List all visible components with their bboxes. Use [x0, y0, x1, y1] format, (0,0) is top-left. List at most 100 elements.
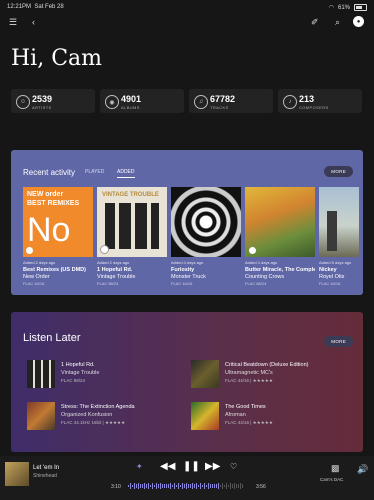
waveform-bar [188, 483, 189, 489]
album-cover [319, 187, 359, 257]
waveform-bar [216, 483, 217, 489]
album-cover [245, 187, 315, 257]
list-item[interactable]: Stress: The Extinction Agenda Organized … [27, 402, 187, 432]
stat-value: 2539 [32, 94, 53, 104]
album-tile[interactable]: Added 4 days ago Butter Miracle, The Com… [245, 187, 315, 286]
tab-added[interactable]: ADDED [117, 169, 135, 178]
stat-tracks[interactable]: ♫ 67782 TRACKS [189, 89, 273, 113]
waveform-bar [138, 483, 139, 489]
zone-icon[interactable]: ▩ [331, 463, 340, 474]
album-artist[interactable]: Royel Otis [319, 274, 359, 280]
item-title: Critical Beatdown (Deluxe Edition) [225, 362, 309, 368]
band-photo [105, 203, 159, 249]
status-bar: 12:21PM Sat Feb 28 ◠ 61% [0, 0, 374, 14]
back-arrow-icon[interactable]: ‹ [32, 17, 35, 27]
hamburger-menu-icon[interactable]: ☰ [9, 17, 17, 28]
waveform-bar [166, 483, 167, 489]
album-artist[interactable]: Vintage Trouble [97, 274, 167, 280]
next-icon[interactable]: ▶▶ [205, 461, 220, 472]
volume-icon[interactable]: 🔊 [357, 464, 368, 475]
roon-badge-icon [100, 245, 109, 254]
album-format: FLAC 44/16 [171, 281, 193, 286]
listen-later-more-button[interactable]: MORE [324, 336, 353, 347]
radio-icon[interactable]: ✦ [136, 462, 143, 471]
album-cover [171, 187, 241, 257]
recent-activity-panel: Recent activity PLAYED ADDED MORE NEW or… [11, 150, 363, 295]
list-item[interactable]: The Good Times Afroman FLAC 44/16 | ★★★★… [191, 402, 351, 432]
waveform-bar [144, 483, 145, 489]
added-date: Added 4 days ago [171, 260, 204, 265]
album-tile[interactable]: VINTAGE TROUBLE Added 2 days ago 1 Hopef… [97, 187, 167, 286]
waveform-bar [152, 483, 153, 489]
album-artist[interactable]: Counting Crows [245, 274, 315, 280]
zone-name[interactable]: Cam's DAC [320, 477, 343, 482]
album-title[interactable]: 1 Hopeful Rd. [97, 267, 167, 273]
item-format: FLAC 44.1kHz 16bit | ★★★★★ [61, 420, 126, 425]
item-title: 1 Hopeful Rd. [61, 362, 95, 368]
stat-albums[interactable]: ◉ 4901 ALBUMS [100, 89, 184, 113]
waveform-bar [226, 483, 227, 489]
stat-value: 4901 [121, 94, 142, 104]
cover-text: No [27, 211, 71, 249]
item-artist: Afroman [225, 412, 246, 418]
stat-label: ARTISTS [32, 105, 52, 110]
avatar[interactable]: ● [353, 16, 364, 27]
stat-label: COMPOSERS [299, 105, 329, 110]
waveform-bar [212, 483, 213, 489]
list-item[interactable]: 1 Hopeful Rd. Vintage Trouble FLAC 88/24 [27, 360, 187, 390]
elapsed-time: 3:10 [111, 484, 121, 490]
waveform-bar [136, 484, 137, 488]
album-title[interactable]: Butter Miracle, The Complete [245, 267, 315, 273]
album-title[interactable]: Nickey [319, 267, 359, 273]
album-artist[interactable]: Monster Truck [171, 274, 241, 280]
recent-more-button[interactable]: MORE [324, 166, 353, 177]
bookmark-icon[interactable]: ✐ [311, 17, 319, 28]
listen-later-title: Listen Later [23, 332, 81, 344]
now-playing-cover[interactable] [5, 462, 29, 486]
album-format: FLAC 88/24 [245, 281, 267, 286]
heart-icon[interactable]: ♡ [230, 462, 237, 471]
waveform-bar [174, 483, 175, 489]
album-thumb [191, 360, 219, 388]
waveform-bar [180, 484, 181, 488]
stat-artists[interactable]: ☺ 2539 ARTISTS [11, 89, 95, 113]
now-playing-artist[interactable]: Shinehead [33, 473, 57, 479]
waveform-bar [158, 484, 159, 488]
album-tile[interactable]: NEW order BEST REMIXES No Added 2 days a… [23, 187, 93, 286]
waveform-bar [182, 483, 183, 489]
music-note-icon: ♫ [194, 95, 208, 109]
progress-waveform[interactable] [128, 483, 244, 489]
added-date: Added 4 days ago [245, 260, 278, 265]
waveform-bar [148, 483, 149, 489]
waveform-bar [202, 485, 203, 487]
list-item[interactable]: Critical Beatdown (Deluxe Edition) Ultra… [191, 360, 351, 390]
album-tile[interactable]: Added 5 days ago Nickey Royel Otis FLAC … [319, 187, 359, 286]
album-cover: VINTAGE TROUBLE [97, 187, 167, 257]
pause-icon[interactable]: ❚❚ [183, 461, 200, 472]
album-artist[interactable]: New Order [23, 274, 93, 280]
stat-composers[interactable]: ♪ 213 COMPOSERS [278, 89, 362, 113]
waveform-bar [196, 483, 197, 489]
waveform-bar [206, 484, 207, 488]
album-title[interactable]: Best Remixes (US DMD) [23, 267, 93, 273]
album-tile[interactable]: Added 4 days ago Furiosity Monster Truck… [171, 187, 241, 286]
waveform-bar [220, 484, 221, 488]
now-playing-title[interactable]: Let 'em In [33, 465, 59, 471]
previous-icon[interactable]: ◀◀ [160, 461, 175, 472]
recent-activity-title: Recent activity [23, 168, 76, 177]
waveform-bar [230, 483, 231, 489]
stat-label: ALBUMS [121, 105, 140, 110]
item-artist: Ultramagnetic MC's [225, 370, 273, 376]
stat-label: TRACKS [210, 105, 229, 110]
waveform-bar [186, 483, 187, 489]
battery-icon [354, 4, 367, 11]
waveform-bar [168, 484, 169, 488]
album-format: FLAC 44/16 [319, 281, 341, 286]
album-title[interactable]: Furiosity [171, 267, 241, 273]
search-icon[interactable]: ⌕ [335, 17, 340, 28]
duration-time: 3:56 [256, 484, 266, 490]
tab-played[interactable]: PLAYED [85, 169, 104, 175]
waveform-bar [184, 484, 185, 488]
waveform-bar [178, 483, 179, 489]
waveform-bar [194, 484, 195, 488]
